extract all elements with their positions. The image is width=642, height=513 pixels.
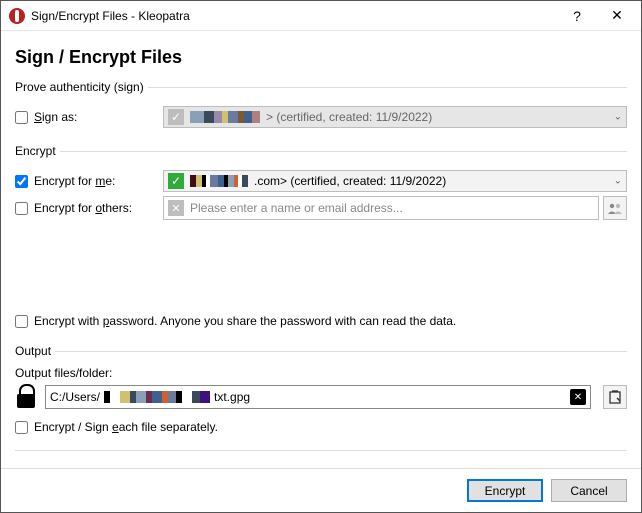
output-label: Output files/folder: xyxy=(15,366,627,380)
help-button[interactable]: ? xyxy=(557,2,597,30)
encrypt-with-password-label[interactable]: Encrypt with password. Anyone you share … xyxy=(15,314,456,328)
close-button[interactable]: ✕ xyxy=(597,2,637,30)
encrypt-button[interactable]: Encrypt xyxy=(467,479,543,502)
encrypt-for-me-label[interactable]: Encrypt for me: xyxy=(15,174,163,188)
page-title: Sign / Encrypt Files xyxy=(15,47,627,68)
sign-as-checkbox[interactable] xyxy=(15,111,28,124)
chevron-down-icon: ⌄ xyxy=(614,176,622,187)
sign-as-label[interactable]: Sign as: xyxy=(15,110,163,124)
each-file-checkbox[interactable] xyxy=(15,421,28,434)
cancel-button[interactable]: Cancel xyxy=(551,479,627,502)
app-icon xyxy=(9,8,25,24)
encrypt-for-others-checkbox[interactable] xyxy=(15,202,28,215)
redacted-path xyxy=(104,391,210,403)
output-path-input[interactable]: C:/Users/ txt.gpg ✕ xyxy=(45,385,591,409)
encrypt-for-others-input[interactable]: ✕ Please enter a name or email address..… xyxy=(163,196,599,220)
sign-group: Prove authenticity (sign) Sign as: ✓ xyxy=(15,80,627,136)
encrypt-group: Encrypt Encrypt for me: ✓ xyxy=(15,144,627,336)
window-title: Sign/Encrypt Files - Kleopatra xyxy=(31,9,190,23)
clear-icon[interactable]: ✕ xyxy=(570,389,586,405)
sign-as-combo[interactable]: ✓ > (certified, created: 11/9/2022) ⌄ xyxy=(163,106,627,128)
sign-as-value: > (certified, created: 11/9/2022) xyxy=(266,110,432,124)
check-icon: ✓ xyxy=(168,173,184,189)
encrypt-for-others-label[interactable]: Encrypt for others: xyxy=(15,201,163,215)
placeholder-text: Please enter a name or email address... xyxy=(190,201,403,215)
chevron-down-icon: ⌄ xyxy=(614,112,622,123)
footer: Encrypt Cancel xyxy=(1,468,641,512)
output-legend: Output xyxy=(15,344,55,358)
sign-legend: Prove authenticity (sign) xyxy=(15,80,148,94)
encrypt-legend: Encrypt xyxy=(15,144,60,158)
check-icon: ✓ xyxy=(168,109,184,125)
browse-button[interactable] xyxy=(603,385,627,409)
encrypt-with-password-checkbox[interactable] xyxy=(15,315,28,328)
encrypt-for-me-value: .com> (certified, created: 11/9/2022) xyxy=(254,174,446,188)
close-icon: ✕ xyxy=(168,200,184,216)
titlebar: Sign/Encrypt Files - Kleopatra ? ✕ xyxy=(1,1,641,31)
redacted-identity xyxy=(190,175,248,187)
lock-icon xyxy=(15,384,37,410)
each-file-label[interactable]: Encrypt / Sign each file separately. xyxy=(15,420,218,434)
encrypt-for-me-checkbox[interactable] xyxy=(15,175,28,188)
encrypt-for-me-combo[interactable]: ✓ .com> (certified, created: 11/9/2022) … xyxy=(163,170,627,192)
redacted-identity xyxy=(190,111,260,123)
output-group: Output Output files/folder: C:/Users/ xyxy=(15,344,627,442)
address-book-button[interactable] xyxy=(603,196,627,220)
